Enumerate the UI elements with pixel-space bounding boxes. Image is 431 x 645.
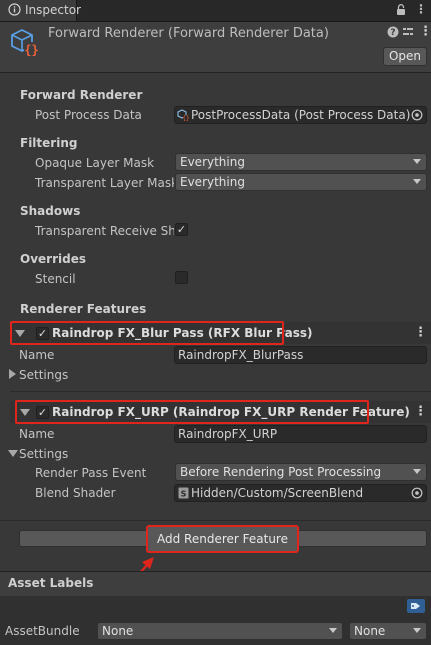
- feature-menu-icon[interactable]: ⋮: [414, 404, 427, 419]
- assetbundle-variant-value: None: [354, 624, 386, 638]
- feature-settings-foldout[interactable]: Settings: [19, 368, 68, 382]
- blend-shader-field[interactable]: Hidden/Custom/ScreenBlend: [174, 484, 427, 502]
- preset-icon[interactable]: [402, 26, 414, 38]
- assetbundle-value: None: [102, 624, 134, 638]
- asset-labels-title: Asset Labels: [8, 576, 94, 590]
- blend-shader-value: Hidden/Custom/ScreenBlend: [191, 486, 364, 500]
- transparent-receive-shadows-label: Transparent Receive Sha: [35, 224, 174, 238]
- assetbundle-dropdown[interactable]: None: [97, 622, 343, 640]
- svg-text:{}: {}: [24, 43, 38, 57]
- feature-settings-foldout[interactable]: Settings: [19, 447, 68, 461]
- highlight-box: [10, 321, 284, 345]
- scriptable-object-icon: {}: [177, 109, 189, 121]
- inspector-header: {} Forward Renderer (Forward Renderer Da…: [0, 22, 431, 73]
- tab-inspector[interactable]: Inspector: [0, 0, 81, 21]
- render-pass-event-value: Before Rendering Post Processing: [180, 465, 382, 479]
- divider: [10, 391, 431, 392]
- transparent-layer-mask-value: Everything: [180, 175, 245, 189]
- blend-shader-label: Blend Shader: [35, 486, 116, 500]
- opaque-layer-mask-dropdown[interactable]: Everything: [175, 153, 427, 171]
- tab-label: Inspector: [25, 3, 81, 17]
- help-icon[interactable]: ?: [387, 26, 399, 38]
- header-menu-icon[interactable]: ⋮: [419, 24, 431, 39]
- section-renderer-features: Renderer Features: [20, 302, 147, 316]
- assetbundle-variant-dropdown[interactable]: None: [349, 622, 427, 640]
- render-pass-event-dropdown[interactable]: Before Rendering Post Processing: [175, 463, 427, 481]
- asset-labels-bar: Asset Labels: [0, 571, 431, 597]
- lock-icon[interactable]: [396, 4, 406, 16]
- feature-name-field[interactable]: RaindropFX_URP: [174, 425, 427, 443]
- feature-name-field[interactable]: RaindropFX_BlurPass: [174, 346, 427, 364]
- transparent-layer-mask-dropdown[interactable]: Everything: [175, 173, 427, 191]
- svg-text:{}: {}: [182, 115, 189, 121]
- assetbundle-label: AssetBundle: [5, 624, 80, 638]
- foldout-arrow-icon[interactable]: [9, 369, 16, 379]
- post-process-label: Post Process Data: [35, 108, 142, 122]
- section-forward-renderer: Forward Renderer: [20, 88, 143, 102]
- chevron-down-icon: [413, 469, 421, 474]
- svg-text:S: S: [181, 490, 187, 499]
- feature-name-label: Name: [19, 427, 55, 441]
- opaque-layer-mask-label: Opaque Layer Mask: [35, 156, 155, 170]
- renderer-data-icon: {}: [11, 29, 39, 57]
- section-shadows: Shadows: [20, 204, 81, 218]
- stencil-checkbox[interactable]: [175, 271, 188, 284]
- transparent-layer-mask-label: Transparent Layer Mask: [35, 176, 174, 190]
- page-title: Forward Renderer (Forward Renderer Data): [48, 26, 329, 41]
- more-icon[interactable]: ⋮: [415, 2, 427, 16]
- chevron-down-icon: [329, 628, 337, 633]
- section-overrides: Overrides: [20, 252, 86, 266]
- label-tag-icon[interactable]: [407, 599, 425, 613]
- post-process-value: PostProcessData (Post Process Data): [191, 108, 411, 122]
- post-process-field[interactable]: PostProcessData (Post Process Data): [174, 106, 427, 124]
- chevron-down-icon: [413, 628, 421, 633]
- shader-icon: S: [178, 487, 189, 499]
- open-button[interactable]: Open: [383, 47, 427, 66]
- svg-text:?: ?: [390, 28, 395, 38]
- foldout-arrow-icon[interactable]: [8, 450, 18, 457]
- object-picker-icon[interactable]: [411, 487, 423, 499]
- info-icon: [8, 3, 21, 16]
- asset-bundle-area: AssetBundle None None: [0, 596, 431, 645]
- opaque-layer-mask-value: Everything: [180, 155, 245, 169]
- tab-bar: Inspector ⋮: [0, 0, 431, 22]
- feature-menu-icon[interactable]: ⋮: [414, 325, 427, 340]
- highlight-box: [15, 400, 369, 424]
- stencil-label: Stencil: [35, 272, 76, 286]
- chevron-down-icon: [413, 159, 421, 164]
- feature-name-label: Name: [19, 348, 55, 362]
- transparent-receive-shadows-checkbox[interactable]: ✓: [175, 223, 188, 236]
- render-pass-event-label: Render Pass Event: [35, 466, 147, 480]
- section-filtering: Filtering: [20, 136, 78, 150]
- divider: [0, 520, 431, 521]
- object-picker-icon[interactable]: [411, 109, 423, 121]
- add-renderer-feature-label[interactable]: Add Renderer Feature: [146, 525, 299, 553]
- chevron-down-icon: [413, 179, 421, 184]
